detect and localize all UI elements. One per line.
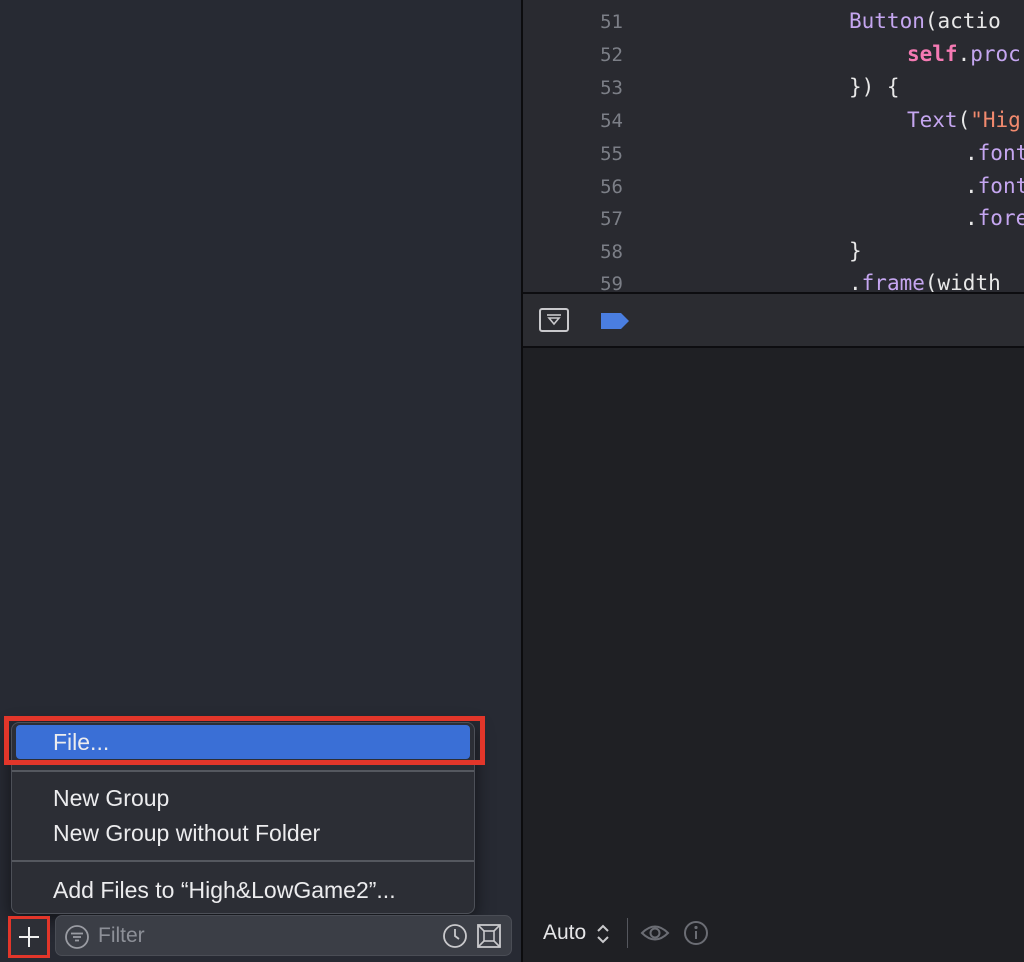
line-number: 56: [600, 176, 623, 198]
line-number: 53: [600, 77, 623, 99]
menu-separator: [12, 860, 474, 862]
line-number: 58: [600, 241, 623, 263]
filter-input[interactable]: [96, 920, 436, 952]
code-line: 59 .frame(width: [523, 266, 1024, 292]
line-number: 52: [600, 44, 623, 66]
plus-icon: [19, 927, 39, 947]
eye-icon[interactable]: [640, 922, 670, 944]
info-icon[interactable]: [683, 920, 709, 946]
menu-item-add-files[interactable]: Add Files to “High&LowGame2”...: [12, 873, 474, 907]
filter-icon: [65, 925, 89, 949]
line-number: 59: [600, 273, 623, 292]
code-text: .font: [965, 174, 1024, 198]
code-text: self.proc: [907, 42, 1021, 66]
hide-debug-area-icon[interactable]: [539, 308, 569, 332]
code-text: .frame(width: [849, 271, 1001, 292]
add-menu: File... New Group New Group without Fold…: [11, 722, 475, 914]
code-line: 53 }) {: [523, 70, 1024, 103]
code-text: .font: [965, 141, 1024, 165]
console-area[interactable]: Auto: [523, 348, 1024, 962]
code-line: 56 .font: [523, 169, 1024, 202]
code-text: Button(actio: [849, 9, 1001, 33]
debug-bar: [523, 292, 1024, 348]
breakpoint-icon[interactable]: [599, 311, 631, 331]
menu-item-new-group-without-folder[interactable]: New Group without Folder: [12, 816, 474, 850]
code-line: 54 Text("Hig: [523, 103, 1024, 136]
code-line: 51 Button(actio: [523, 4, 1024, 37]
code-editor[interactable]: 51 Button(actio 52 self.proc 53 }) { 54 …: [523, 0, 1024, 292]
clock-icon[interactable]: [442, 923, 468, 949]
code-text: }: [849, 239, 862, 263]
add-button[interactable]: [8, 916, 50, 958]
line-number: 55: [600, 143, 623, 165]
code-line: 57 .fore: [523, 201, 1024, 234]
code-text: Text("Hig: [907, 108, 1021, 132]
code-line: 58 }: [523, 234, 1024, 267]
footer-separator: [627, 918, 628, 948]
line-number: 51: [600, 11, 623, 33]
code-text: }) {: [849, 75, 900, 99]
menu-item-new-group[interactable]: New Group: [12, 781, 474, 815]
chevron-updown-icon[interactable]: [596, 923, 610, 945]
source-control-filter-icon[interactable]: [476, 923, 502, 949]
code-line: 55 .font: [523, 136, 1024, 169]
code-text: .fore: [965, 206, 1024, 230]
line-number: 54: [600, 110, 623, 132]
line-number: 57: [600, 208, 623, 230]
menu-separator: [12, 770, 474, 772]
console-footer: Auto: [523, 908, 1024, 962]
code-line: 52 self.proc: [523, 37, 1024, 70]
menu-item-new-file[interactable]: File...: [16, 725, 470, 759]
console-mode-label[interactable]: Auto: [543, 921, 586, 945]
filter-field[interactable]: [55, 915, 512, 956]
